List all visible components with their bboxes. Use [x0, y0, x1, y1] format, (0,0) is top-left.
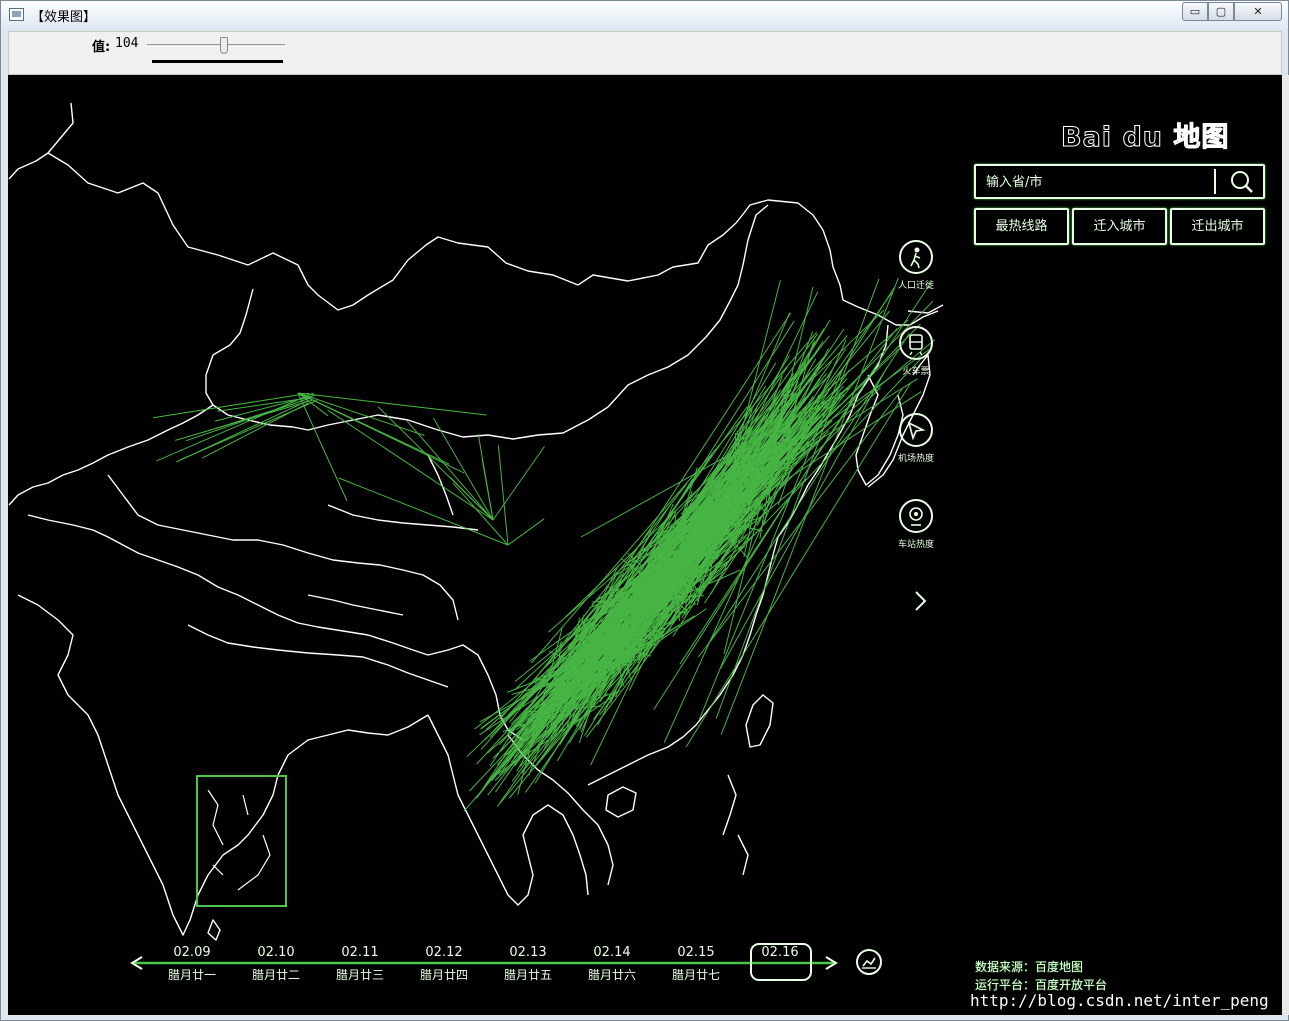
title-bar[interactable]: 【效果图】 ▭ ▢ ✕ [1, 1, 1288, 29]
side-label-station: 车站热度 [897, 540, 934, 550]
himalaya-ridge [187, 624, 449, 688]
timeline-date[interactable]: 02.12 [414, 945, 474, 960]
border-north [47, 152, 939, 326]
border-north-west [8, 102, 74, 180]
outbound-cities-button[interactable]: 迁出城市 [1170, 208, 1265, 245]
migration-line [297, 392, 348, 502]
side-item-station[interactable]: 车站热度 [892, 499, 940, 550]
chart-icon [862, 957, 876, 969]
timeline-lunar-date: 腊月廿七 [671, 968, 720, 982]
close-button[interactable]: ✕ [1234, 2, 1282, 21]
map-outlines [8, 102, 944, 941]
hainan-outline [605, 786, 637, 818]
maximize-button[interactable]: ▢ [1208, 2, 1234, 21]
search-divider [1214, 169, 1216, 194]
migration-line [559, 387, 881, 711]
migration-line [338, 477, 509, 546]
migration-line [297, 392, 465, 474]
side-item-airport[interactable]: 机场热度 [892, 413, 940, 464]
timeline-lunar-date: 腊月廿二 [251, 968, 300, 982]
migration-line [377, 406, 494, 521]
migration-lines [152, 277, 936, 812]
hot-routes-button[interactable]: 最热线路 [974, 208, 1069, 245]
data-source-note: 数据来源：百度地图 [975, 960, 1084, 974]
close-icon: ✕ [1253, 5, 1263, 18]
timeline-date[interactable]: 02.13 [498, 945, 558, 960]
search-button[interactable] [1220, 166, 1264, 197]
india-outline [17, 594, 429, 936]
search-box[interactable] [974, 164, 1265, 199]
timeline-date[interactable]: 02.09 [162, 945, 222, 960]
search-input[interactable] [986, 172, 1206, 192]
migration-line [175, 399, 312, 441]
migration-line [297, 392, 425, 436]
province-lines [107, 454, 479, 621]
chevron-right-icon[interactable] [913, 589, 929, 613]
sri-lanka [207, 919, 221, 941]
china-southwest-border [27, 514, 524, 741]
trackbar-panel: 值: 104 [8, 31, 1282, 75]
migration-line [327, 409, 494, 521]
maximize-icon: ▢ [1215, 5, 1227, 18]
migration-line [499, 347, 821, 721]
border-mongolia [205, 204, 769, 440]
train-icon [899, 326, 933, 360]
timeline-lunar-date: 腊月廿一 [167, 968, 216, 982]
migration-line [497, 445, 509, 546]
side-label-train: 火车票 [902, 367, 930, 377]
timeline-date[interactable]: 02.15 [666, 945, 726, 960]
trackbar-label: 值: [92, 40, 111, 55]
plane-icon [899, 413, 933, 447]
trackbar-thumb[interactable] [220, 37, 228, 54]
station-icon [899, 499, 933, 533]
side-label-migration: 人口迁徙 [897, 281, 934, 291]
side-label-airport: 机场热度 [897, 454, 934, 464]
migration-line [564, 309, 885, 618]
search-icon [1231, 171, 1253, 193]
inset-islands [207, 789, 271, 891]
window-icon [9, 8, 24, 21]
timeline-lunar-date: 腊月廿五 [503, 968, 552, 982]
timeline-date[interactable]: 02.14 [582, 945, 642, 960]
migration-line [297, 392, 487, 416]
side-item-train[interactable]: 火车票 [892, 326, 940, 377]
blog-watermark: http://blog.csdn.net/inter_peng [970, 991, 1269, 1010]
migration-line [507, 518, 545, 546]
china-west-border [8, 404, 214, 506]
app-window: 【效果图】 ▭ ▢ ✕ 值: 104 Bai du 地图 输入省/市 最热线路 … [0, 0, 1289, 1021]
migration-line [625, 372, 811, 623]
timeline-track [130, 956, 838, 970]
timeline-lunar-date: 腊月廿六 [587, 968, 636, 982]
walker-icon [899, 240, 933, 274]
philippines [722, 774, 749, 876]
migration-line [645, 310, 890, 609]
timeline-selected-marker [750, 943, 812, 981]
vertical-scrollbar[interactable] [1282, 75, 1289, 1015]
taiwan-outline [745, 694, 774, 748]
timeline-date[interactable]: 02.10 [246, 945, 306, 960]
trackbar-underline [152, 60, 283, 63]
migration-line [492, 446, 545, 521]
timeline-lunar-date: 腊月廿三 [335, 968, 384, 982]
migration-line [568, 392, 795, 744]
timeline-date[interactable]: 02.11 [330, 945, 390, 960]
chart-toggle-button[interactable] [856, 949, 882, 975]
edge-detected-map-image: Bai du 地图 最热线路 迁入城市 迁出城市 人口迁徙 火车票 [8, 75, 1282, 1015]
trackbar-track[interactable] [147, 44, 285, 47]
side-item-migration[interactable]: 人口迁徙 [892, 240, 940, 291]
inbound-cities-button[interactable]: 迁入城市 [1072, 208, 1167, 245]
minimize-button[interactable]: ▭ [1182, 2, 1208, 21]
migration-line [547, 319, 909, 633]
minimize-icon: ▭ [1189, 5, 1201, 18]
vietnam-coast [507, 734, 614, 886]
window-title: 【效果图】 [31, 10, 97, 25]
migration-line [179, 400, 317, 461]
migration-line [452, 482, 509, 546]
migration-line [573, 385, 865, 682]
timeline-lunar-date: 腊月廿四 [419, 968, 468, 982]
trackbar-value: 104 [115, 36, 139, 51]
baidu-map-logo: Bai du 地图 [1060, 122, 1230, 154]
